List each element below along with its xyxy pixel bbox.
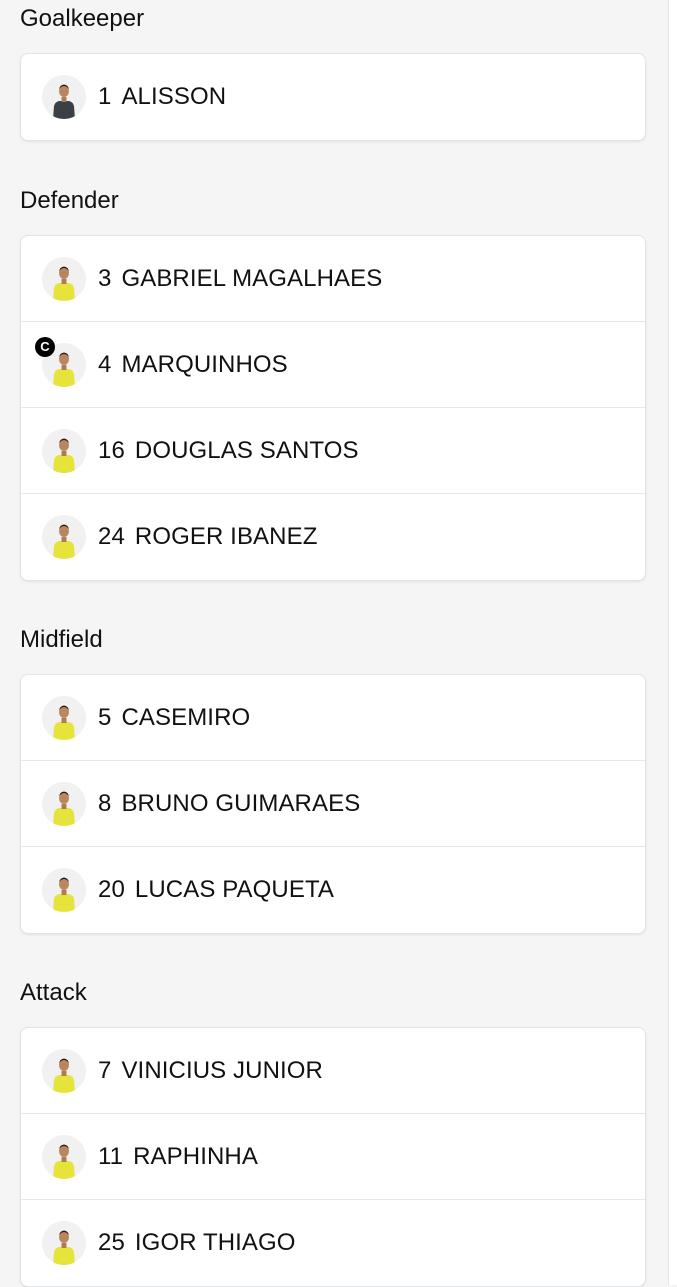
player-photo-icon	[42, 429, 86, 473]
player-photo-icon	[42, 1221, 86, 1265]
player-label: 4 MARQUINHOS	[98, 322, 288, 408]
player-row[interactable]: 7 VINICIUS JUNIOR	[21, 1028, 645, 1114]
player-photo-icon	[42, 515, 86, 559]
player-name: LUCAS PAQUETA	[134, 876, 335, 903]
player-number: 4	[98, 351, 112, 378]
player-row[interactable]: 3 GABRIEL MAGALHAES	[21, 236, 645, 322]
player-list: 5 CASEMIRO 8 BRUNO GUIMARAES 20 LUCAS PAQUE…	[20, 674, 646, 934]
player-row[interactable]: 25 IGOR THIAGO	[21, 1200, 645, 1286]
player-name: RAPHINHA	[133, 1143, 258, 1170]
player-photo-icon	[42, 75, 86, 119]
player-label: 1 ALISSON	[98, 54, 226, 140]
player-label: 7 VINICIUS JUNIOR	[98, 1028, 323, 1114]
player-label: 8 BRUNO GUIMARAES	[98, 761, 360, 847]
player-number: 1	[98, 83, 112, 110]
captain-badge-icon: C	[35, 337, 55, 357]
player-number: 20	[98, 876, 125, 903]
player-name: IGOR THIAGO	[134, 1229, 296, 1256]
player-row[interactable]: 24 ROGER IBANEZ	[21, 494, 645, 580]
player-row[interactable]: 1 ALISSON	[21, 54, 645, 140]
player-name: CASEMIRO	[121, 704, 251, 731]
player-row[interactable]: 16 DOUGLAS SANTOS	[21, 408, 645, 494]
player-name: MARQUINHOS	[121, 351, 288, 378]
player-photo-icon	[42, 1049, 86, 1093]
player-number: 16	[98, 437, 125, 464]
player-photo-icon	[42, 257, 86, 301]
scroll-edge	[668, 0, 677, 1285]
player-number: 25	[98, 1229, 125, 1256]
player-row[interactable]: 11 RAPHINHA	[21, 1114, 645, 1200]
player-name: ROGER IBANEZ	[134, 523, 318, 550]
player-name: ALISSON	[121, 83, 227, 110]
player-name: DOUGLAS SANTOS	[134, 437, 359, 464]
player-row[interactable]: 5 CASEMIRO	[21, 675, 645, 761]
player-label: 16 DOUGLAS SANTOS	[98, 408, 359, 494]
player-label: 20 LUCAS PAQUETA	[98, 847, 334, 933]
player-label: 5 CASEMIRO	[98, 675, 250, 761]
player-number: 8	[98, 790, 112, 817]
player-name: GABRIEL MAGALHAES	[121, 265, 383, 292]
player-photo-icon	[42, 782, 86, 826]
player-name: VINICIUS JUNIOR	[121, 1057, 323, 1084]
player-list: 3 GABRIEL MAGALHAES C 4 MARQUINHOS 16 DOUGLA…	[20, 235, 646, 581]
player-list: 7 VINICIUS JUNIOR 11 RAPHINHA 25 IGOR THIAG…	[20, 1027, 646, 1287]
section-title: Attack	[20, 979, 87, 1006]
player-name: BRUNO GUIMARAES	[121, 790, 361, 817]
player-number: 11	[98, 1143, 124, 1170]
section-title: Goalkeeper	[20, 5, 145, 32]
player-photo-icon	[42, 696, 86, 740]
section-title: Defender	[20, 187, 119, 214]
player-label: 3 GABRIEL MAGALHAES	[98, 236, 382, 322]
player-photo-icon	[42, 868, 86, 912]
player-list: 1 ALISSON	[20, 53, 646, 141]
player-label: 11 RAPHINHA	[98, 1114, 258, 1200]
player-label: 25 IGOR THIAGO	[98, 1200, 296, 1286]
player-row[interactable]: C 4 MARQUINHOS	[21, 322, 645, 408]
player-number: 5	[98, 704, 112, 731]
player-row[interactable]: 8 BRUNO GUIMARAES	[21, 761, 645, 847]
player-photo-icon	[42, 1135, 86, 1179]
player-number: 3	[98, 265, 112, 292]
player-number: 7	[98, 1057, 112, 1084]
player-label: 24 ROGER IBANEZ	[98, 494, 317, 580]
player-row[interactable]: 20 LUCAS PAQUETA	[21, 847, 645, 933]
section-title: Midfield	[20, 626, 103, 653]
player-number: 24	[98, 523, 125, 550]
